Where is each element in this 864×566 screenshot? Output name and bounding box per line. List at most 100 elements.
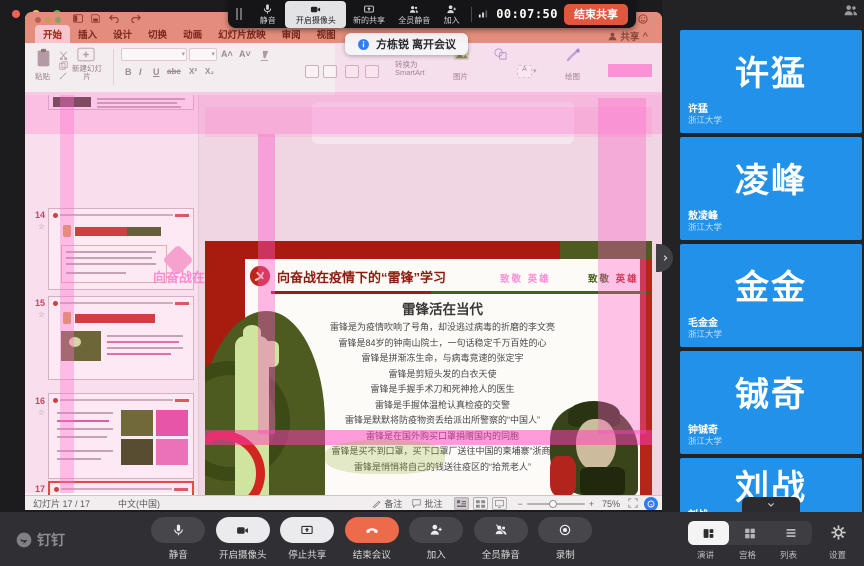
tab-animations[interactable]: 动画 bbox=[175, 25, 210, 43]
settings-button[interactable] bbox=[830, 524, 847, 546]
convert-smartart-button[interactable]: 转换为SmartArt bbox=[395, 61, 437, 77]
paste-label[interactable]: 粘贴 bbox=[35, 71, 50, 82]
tab-transitions[interactable]: 切换 bbox=[140, 25, 175, 43]
participant-tile[interactable]: 凌峰 敖凌峰 浙江大学 bbox=[680, 137, 862, 240]
bullet-list-icon[interactable] bbox=[305, 65, 319, 78]
fit-to-window-icon[interactable] bbox=[628, 498, 638, 510]
invite-button[interactable]: 加入 bbox=[437, 1, 467, 28]
participant-name: 毛金金 bbox=[688, 314, 718, 329]
save-icon[interactable] bbox=[91, 14, 100, 23]
current-slide-canvas[interactable]: 向奋战在疫情下的“雷锋”学习 致敬 英雄 致敬 英雄 雷锋活在当代 雷锋是为疫情… bbox=[205, 241, 652, 495]
underline-button[interactable]: U bbox=[153, 67, 160, 77]
zoom-in-button[interactable]: + bbox=[589, 499, 594, 509]
participant-tile[interactable]: 金金 毛金金 浙江大学 bbox=[680, 244, 862, 347]
collapse-ribbon-icon[interactable]: ^ bbox=[642, 31, 648, 42]
ppt-share-button[interactable]: 共享 ^ bbox=[608, 29, 648, 43]
slide-sorter-view-button[interactable] bbox=[473, 497, 488, 510]
normal-view-button[interactable] bbox=[454, 497, 469, 510]
presenter-layout-button[interactable] bbox=[688, 521, 729, 545]
notes-toggle[interactable]: 备注 bbox=[372, 497, 402, 510]
mute-button-bottom[interactable]: 静音 bbox=[146, 517, 211, 561]
new-slide-label[interactable]: 新建幻灯片 bbox=[71, 65, 103, 81]
zoom-slider[interactable] bbox=[527, 503, 585, 505]
end-meeting-button[interactable]: 结束会议 bbox=[340, 517, 405, 561]
redo-icon[interactable] bbox=[131, 14, 141, 23]
slideshow-view-button[interactable] bbox=[492, 497, 507, 510]
participants-icon[interactable] bbox=[844, 3, 858, 21]
language-indicator[interactable]: 中文(中国) bbox=[118, 497, 160, 510]
font-size-dropdown[interactable]: ▾ bbox=[189, 48, 217, 61]
slide-thumbnail-16[interactable] bbox=[48, 393, 194, 479]
participant-org: 浙江大学 bbox=[688, 435, 722, 447]
participant-tile[interactable]: 许猛 许猛 浙江大学 bbox=[680, 30, 862, 133]
bold-button[interactable]: B bbox=[125, 67, 132, 77]
slide-thumbnail-15[interactable] bbox=[48, 296, 194, 380]
camera-icon bbox=[235, 524, 250, 537]
numbered-list-icon[interactable] bbox=[323, 65, 337, 78]
zoom-slider-knob[interactable] bbox=[549, 500, 557, 508]
undo-icon[interactable]: ▾ bbox=[109, 14, 125, 23]
mute-all-button-bottom[interactable]: 全员静音 bbox=[469, 517, 534, 561]
comments-icon bbox=[412, 499, 421, 508]
collapse-tiles-button[interactable] bbox=[742, 497, 800, 512]
zoom-out-button[interactable]: − bbox=[517, 499, 522, 509]
ppt-close-button[interactable] bbox=[35, 17, 41, 23]
mute-button[interactable]: 静音 bbox=[250, 1, 285, 28]
settings-label: 设置 bbox=[829, 549, 846, 561]
text-box-caret-icon[interactable]: ▾ bbox=[533, 67, 537, 75]
stop-share-button[interactable]: 停止共享 bbox=[275, 517, 340, 561]
invite-button-bottom[interactable]: 加入 bbox=[404, 517, 469, 561]
artifact-pink-band bbox=[205, 107, 652, 137]
increase-font-icon[interactable]: A˄ bbox=[221, 49, 233, 59]
undo-caret-icon[interactable]: ▾ bbox=[121, 15, 125, 23]
tab-insert[interactable]: 插入 bbox=[70, 25, 105, 43]
line-spacing-icon[interactable] bbox=[345, 65, 359, 78]
screen-share-icon bbox=[363, 4, 375, 15]
person-add-icon bbox=[429, 523, 443, 537]
participant-tile[interactable]: 铖奇 钟铖奇 浙江大学 bbox=[680, 351, 862, 454]
grid-layout-button[interactable] bbox=[729, 521, 770, 545]
shapes-icon[interactable] bbox=[493, 47, 508, 66]
mute-all-icon bbox=[494, 523, 508, 537]
picture-label[interactable]: 图片 bbox=[453, 71, 468, 82]
comments-toggle[interactable]: 批注 bbox=[412, 497, 442, 510]
list-layout-button[interactable] bbox=[771, 521, 812, 545]
info-icon bbox=[357, 38, 370, 51]
camera-on-button[interactable]: 开启摄像头 bbox=[285, 1, 346, 28]
tab-home[interactable]: 开始 bbox=[35, 25, 70, 43]
align-text-icon[interactable] bbox=[365, 65, 379, 78]
ppt-statusbar: 幻灯片 17 / 17 中文(中国) 备注 批注 − + 75% bbox=[25, 495, 662, 510]
layout-switcher bbox=[688, 521, 812, 545]
slide-thumbnail-13[interactable] bbox=[48, 95, 194, 110]
superscript-button[interactable]: X² bbox=[189, 67, 197, 76]
sidebar-toggle-icon[interactable] bbox=[73, 14, 83, 23]
zoom-level[interactable]: 75% bbox=[602, 499, 620, 509]
mute-all-button[interactable]: 全员静音 bbox=[392, 1, 437, 28]
subscript-button[interactable]: X₂ bbox=[205, 67, 214, 76]
paste-icon[interactable] bbox=[35, 48, 52, 73]
font-name-dropdown[interactable]: ▾ bbox=[121, 48, 187, 61]
camera-on-button-bottom[interactable]: 开启摄像头 bbox=[211, 517, 276, 561]
feedback-smiley-icon[interactable]: ▾ bbox=[638, 14, 654, 24]
bottom-toolbar: 钉钉 静音 开启摄像头 停止共享 结束会议 加入 bbox=[0, 512, 864, 566]
drag-handle[interactable] bbox=[236, 8, 242, 20]
draw-label[interactable]: 绘图 bbox=[565, 71, 580, 82]
dingtalk-annotate-button[interactable] bbox=[644, 497, 658, 511]
ppt-zoom-button[interactable] bbox=[55, 17, 61, 23]
new-share-button[interactable]: 新的共享 bbox=[346, 1, 391, 28]
format-painter-icon[interactable] bbox=[59, 67, 68, 85]
clear-formatting-icon[interactable] bbox=[259, 48, 270, 66]
slide-thumbnail-17-selected[interactable] bbox=[48, 481, 194, 495]
end-share-button[interactable]: 结束共享 bbox=[564, 4, 628, 25]
close-window-button[interactable] bbox=[12, 10, 20, 18]
participant-name: 钟铖奇 bbox=[688, 421, 718, 436]
record-button[interactable]: 录制 bbox=[533, 517, 598, 561]
tab-design[interactable]: 设计 bbox=[105, 25, 140, 43]
text-box-button[interactable]: A bbox=[517, 65, 532, 78]
decrease-font-icon[interactable]: A˅ bbox=[239, 49, 251, 59]
draw-icon[interactable] bbox=[565, 47, 583, 68]
meeting-notification: 方栋锐 离开会议 bbox=[345, 33, 468, 55]
strikethrough-button[interactable]: abc bbox=[167, 67, 181, 76]
ppt-minimize-button[interactable] bbox=[45, 17, 51, 23]
italic-button[interactable]: I bbox=[139, 67, 142, 77]
